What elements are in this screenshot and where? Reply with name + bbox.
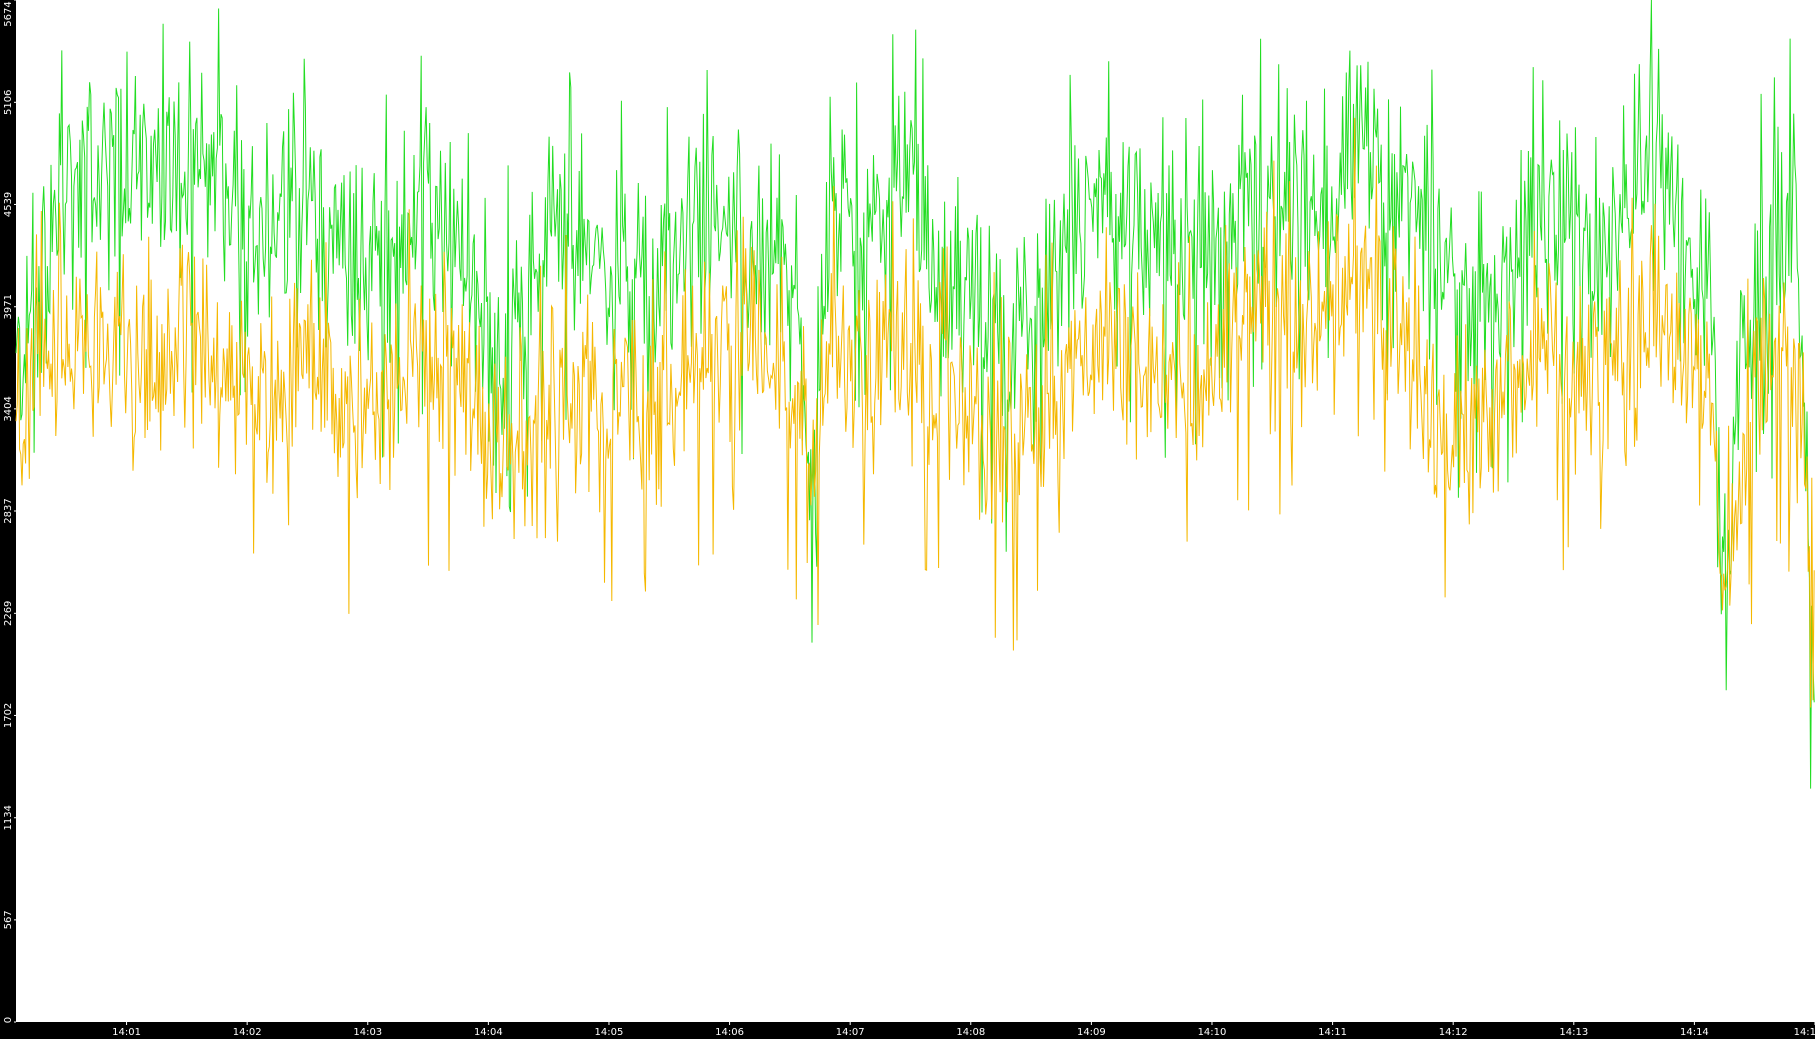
- x-tick-label: 14:14: [1680, 1027, 1709, 1038]
- x-tick-label: 14:07: [836, 1027, 865, 1038]
- y-tick-label: 3404: [3, 396, 14, 421]
- y-tick-label: 1702: [3, 703, 14, 728]
- chart-window: 0 567 1134 1702 2269 2837 3404 3971 4539 5106 5674…: [0, 0, 1815, 1039]
- y-tick-label: 567: [3, 910, 14, 929]
- x-tick-label: 14:05: [595, 1027, 624, 1038]
- x-tick-label: 14:09: [1077, 1027, 1106, 1038]
- x-tick-label: 14:11: [1318, 1027, 1347, 1038]
- x-tick-label: 14:01: [112, 1027, 141, 1038]
- x-tick-label: 14:02: [233, 1027, 262, 1038]
- x-tick-label: 14:04: [474, 1027, 503, 1038]
- y-tick-label: 0: [3, 1017, 14, 1023]
- line-chart: 0 567 1134 1702 2269 2837 3404 3971 4539 5106 5674…: [3, 0, 1815, 1038]
- x-tick-label: 14:06: [715, 1027, 744, 1038]
- x-tick-label: 14:13: [1559, 1027, 1588, 1038]
- x-tick-label: 14:08: [956, 1027, 985, 1038]
- y-tick-label: 2837: [3, 498, 14, 523]
- y-tick-label: 2269: [3, 601, 14, 626]
- y-tick-label: 1134: [3, 805, 14, 830]
- series-line-1: [15, 0, 1815, 789]
- y-tick-label: 3971: [3, 294, 14, 319]
- x-tick-label: 14:10: [1198, 1027, 1227, 1038]
- y-tick-label: 5106: [3, 90, 14, 115]
- x-tick-label: 14:15: [1794, 1027, 1815, 1038]
- x-tick-label: 14:03: [353, 1027, 382, 1038]
- y-tick-label: 5674: [3, 1, 14, 26]
- y-tick-label: 4539: [3, 192, 14, 217]
- x-tick-label: 14:12: [1439, 1027, 1468, 1038]
